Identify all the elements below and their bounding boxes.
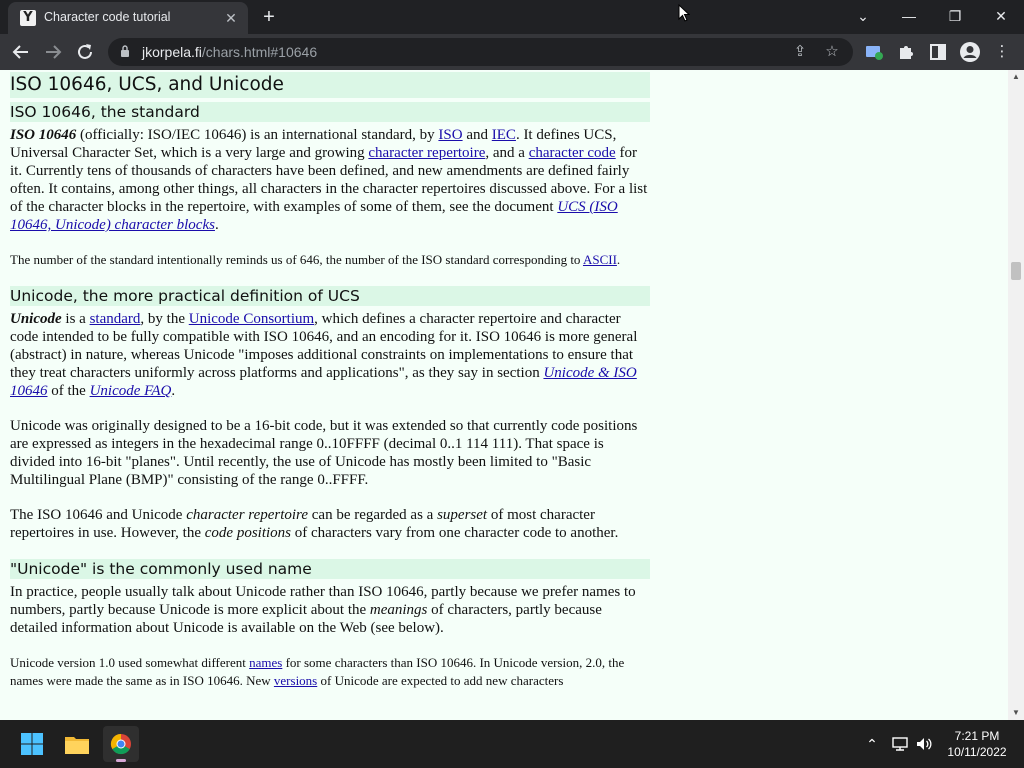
term-unicode: Unicode <box>10 311 62 327</box>
forward-arrow-icon[interactable] <box>40 39 66 65</box>
link-character-repertoire[interactable]: character repertoire <box>368 145 485 161</box>
restore-button[interactable]: ❐ <box>932 2 978 30</box>
link-unicode-faq[interactable]: Unicode FAQ <box>90 383 172 399</box>
paragraph-unicode-16bit: Unicode was originally designed to be a … <box>10 418 638 488</box>
close-tab-icon[interactable]: ✕ <box>222 9 240 27</box>
paragraph-unicode-versions: Unicode version 1.0 used somewhat differ… <box>10 655 625 688</box>
close-window-button[interactable]: ✕ <box>978 2 1024 30</box>
link-ascii[interactable]: ASCII <box>583 252 617 267</box>
bookmark-star-icon[interactable]: ☆ <box>822 42 842 62</box>
link-iec[interactable]: IEC <box>492 127 516 143</box>
share-icon[interactable]: ⇪ <box>790 42 810 62</box>
chrome-taskbar-icon[interactable] <box>103 726 139 762</box>
term-iso10646: ISO 10646 <box>10 127 77 143</box>
new-tab-button[interactable]: + <box>258 6 280 28</box>
title-bar: Y Character code tutorial ✕ + ⌄ — ❐ ✕ <box>0 0 1024 34</box>
link-names[interactable]: names <box>249 655 282 670</box>
extension-download-icon[interactable] <box>863 41 885 63</box>
link-standard[interactable]: standard <box>90 311 141 327</box>
article: ISO 10646, UCS, and Unicode ISO 10646, t… <box>10 70 650 707</box>
extensions-puzzle-icon[interactable] <box>895 41 917 63</box>
browser-toolbar: jkorpela.fi/chars.html#10646 ⇪ ☆ ⋮ <box>0 34 1024 70</box>
mouse-cursor-icon <box>678 4 690 22</box>
address-bar[interactable]: jkorpela.fi/chars.html#10646 ⇪ ☆ <box>108 38 853 66</box>
minimize-button[interactable]: — <box>886 2 932 30</box>
link-unicode-consortium[interactable]: Unicode Consortium <box>189 311 314 327</box>
tab-search-button[interactable]: ⌄ <box>840 2 886 30</box>
web-page: ISO 10646, UCS, and Unicode ISO 10646, t… <box>0 70 1008 720</box>
side-panel-icon[interactable] <box>927 41 949 63</box>
link-character-code[interactable]: character code <box>529 145 616 161</box>
scroll-up-arrow-icon[interactable]: ▲ <box>1008 70 1024 84</box>
tray-overflow-chevron-icon[interactable]: ⌃ <box>862 734 882 754</box>
tab-title: Character code tutorial <box>44 10 171 24</box>
reload-icon[interactable] <box>72 39 98 65</box>
vertical-scrollbar[interactable]: ▲ ▼ <box>1008 70 1024 720</box>
back-arrow-icon[interactable] <box>8 39 34 65</box>
volume-icon[interactable] <box>914 734 934 754</box>
clock-date: 10/11/2022 <box>947 745 1007 759</box>
clock-time: 7:21 PM <box>954 729 1000 743</box>
paragraph-646-note: The number of the standard intentionally… <box>10 252 621 267</box>
heading-iso10646-ucs-unicode: ISO 10646, UCS, and Unicode <box>10 72 650 98</box>
system-clock[interactable]: 7:21 PM 10/11/2022 <box>944 728 1010 760</box>
menu-kebab-icon[interactable]: ⋮ <box>991 41 1013 63</box>
heading-iso10646-standard: ISO 10646, the standard <box>10 102 650 122</box>
scrollbar-thumb[interactable] <box>1011 262 1021 280</box>
windows-taskbar: ⌃ 7:21 PM 10/11/2022 <box>0 720 1024 768</box>
windows-start-icon[interactable] <box>14 726 50 762</box>
paragraph-superset: The ISO 10646 and Unicode character repe… <box>10 507 619 541</box>
network-icon[interactable] <box>890 734 910 754</box>
paragraph-unicode-definition: Unicode is a standard, by the Unicode Co… <box>10 311 638 399</box>
site-favicon-icon: Y <box>20 10 36 26</box>
paragraph-in-practice: In practice, people usually talk about U… <box>10 584 636 636</box>
link-versions[interactable]: versions <box>274 673 317 688</box>
profile-avatar-icon[interactable] <box>959 41 981 63</box>
paragraph-iso10646-definition: ISO 10646 (officially: ISO/IEC 10646) is… <box>10 127 648 233</box>
scroll-down-arrow-icon[interactable]: ▼ <box>1008 706 1024 720</box>
heading-unicode-common-name: "Unicode" is the commonly used name <box>10 559 650 579</box>
heading-unicode-practical: Unicode, the more practical definition o… <box>10 286 650 306</box>
lock-icon <box>121 45 129 57</box>
link-iso[interactable]: ISO <box>438 127 462 143</box>
file-explorer-icon[interactable] <box>59 726 95 762</box>
url-text[interactable]: jkorpela.fi/chars.html#10646 <box>142 44 317 60</box>
tab-active[interactable]: Y Character code tutorial ✕ <box>8 2 248 34</box>
